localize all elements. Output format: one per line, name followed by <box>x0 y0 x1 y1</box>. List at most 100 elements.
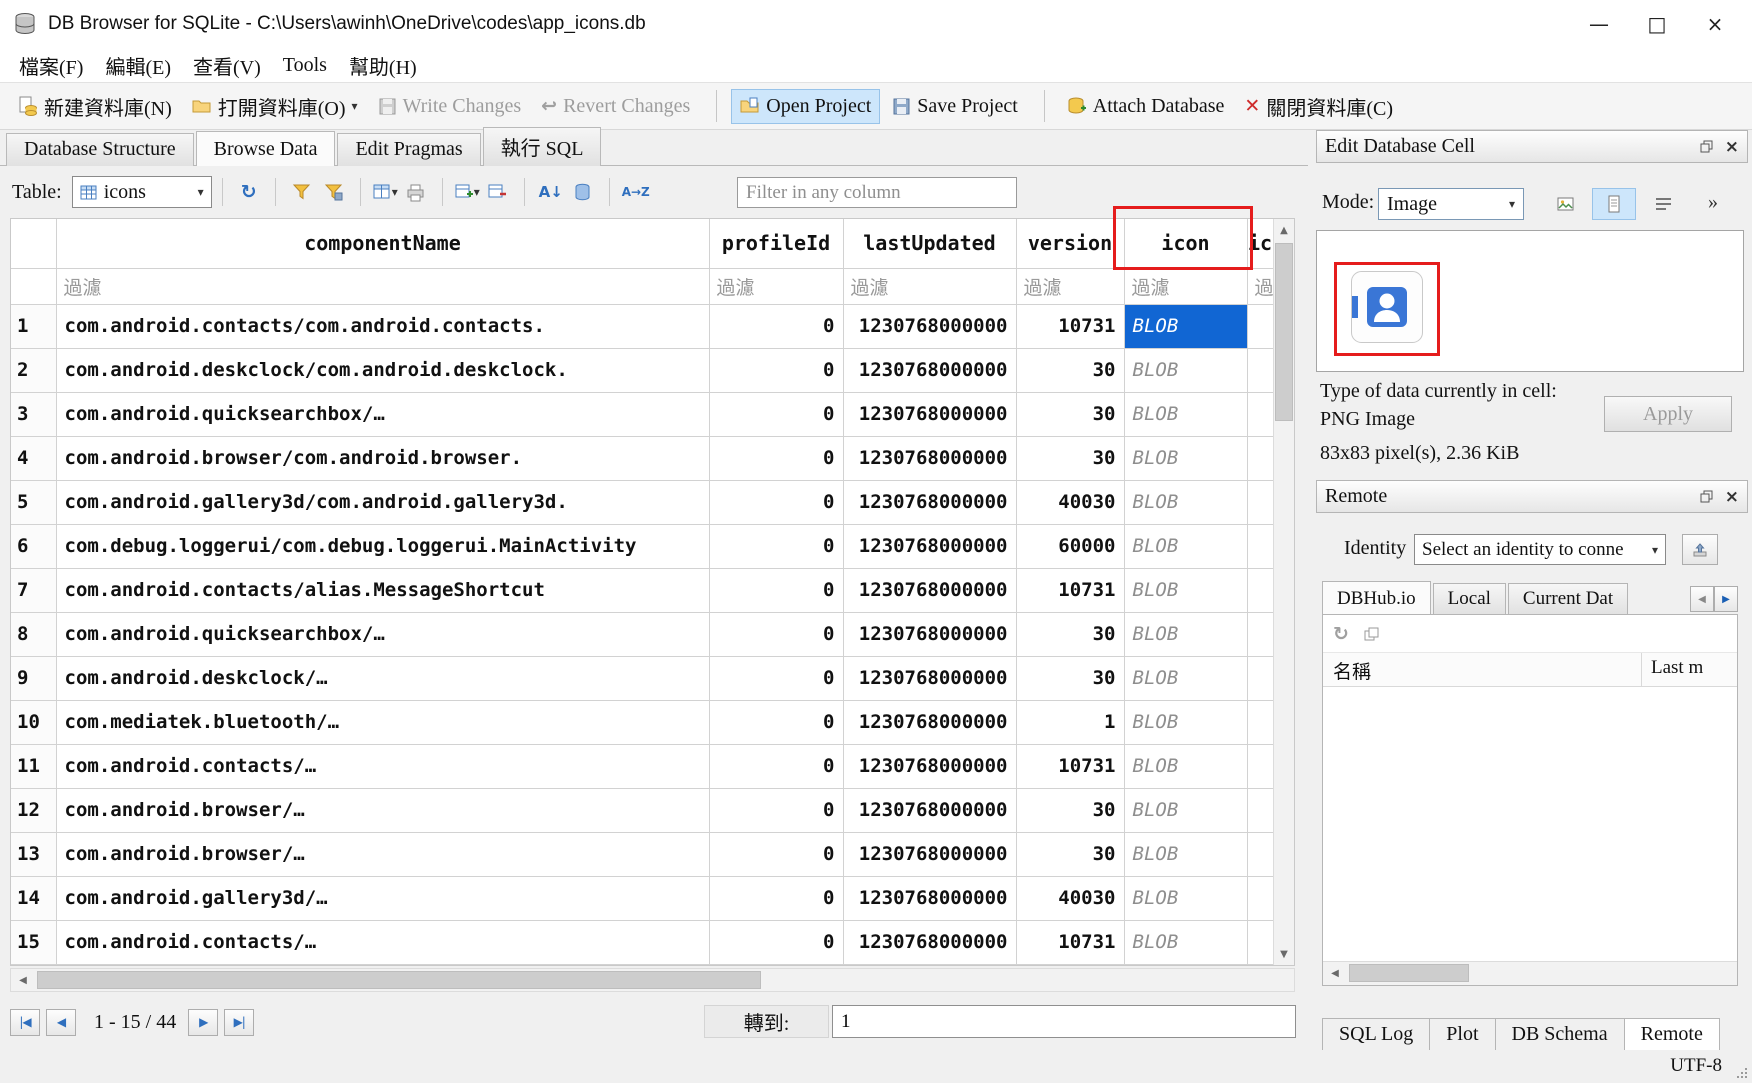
cell-version[interactable]: 30 <box>1016 392 1124 436</box>
dock-tab-plot[interactable]: Plot <box>1430 1018 1495 1052</box>
remote-column-last-modified[interactable]: Last m <box>1651 657 1703 679</box>
filter-lastUpdated[interactable]: 過濾 <box>843 268 1016 304</box>
revert-changes-button[interactable]: ↩ Revert Changes <box>533 90 698 123</box>
print-button[interactable] <box>400 176 432 208</box>
cell-lastUpdated[interactable]: 1230768000000 <box>843 920 1016 964</box>
remote-refresh-icon[interactable]: ↻ <box>1333 623 1349 645</box>
cell-lastUpdated[interactable]: 1230768000000 <box>843 788 1016 832</box>
cell-version[interactable]: 30 <box>1016 656 1124 700</box>
cell-componentName[interactable]: com.android.gallery3d/com.android.galler… <box>56 480 709 524</box>
column-header-lastUpdated[interactable]: lastUpdated <box>843 219 1016 268</box>
menu-view[interactable]: 查看(V) <box>182 49 272 82</box>
filter-componentName[interactable]: 過濾 <box>56 268 709 304</box>
refresh-button[interactable]: ↻ <box>233 176 265 208</box>
filter-version[interactable]: 過濾 <box>1016 268 1124 304</box>
cell-lastUpdated[interactable]: 1230768000000 <box>843 392 1016 436</box>
next-page-button[interactable]: ▶ <box>188 1009 218 1036</box>
first-page-button[interactable]: |◀ <box>10 1009 40 1036</box>
dock-tab-remote[interactable]: Remote <box>1625 1018 1720 1052</box>
cell-lastUpdated[interactable]: 1230768000000 <box>843 656 1016 700</box>
column-divider[interactable] <box>1641 653 1642 686</box>
cell-partial[interactable] <box>1247 612 1273 656</box>
cell-componentName[interactable]: com.android.deskclock/… <box>56 656 709 700</box>
open-database-button[interactable]: 打開資料庫(O) ▾ <box>184 87 366 126</box>
cell-profileId[interactable]: 0 <box>709 700 843 744</box>
cell-lastUpdated[interactable]: 1230768000000 <box>843 436 1016 480</box>
cell-partial[interactable] <box>1247 700 1273 744</box>
cell-profileId[interactable]: 0 <box>709 832 843 876</box>
tab-execute-sql[interactable]: 執行 SQL <box>483 127 602 166</box>
cell-partial[interactable] <box>1247 788 1273 832</box>
cell-lastUpdated[interactable]: 1230768000000 <box>843 700 1016 744</box>
cell-lastUpdated[interactable]: 1230768000000 <box>843 612 1016 656</box>
menu-file[interactable]: 檔案(F) <box>8 49 94 82</box>
cell-partial[interactable] <box>1247 436 1273 480</box>
horizontal-scrollbar[interactable]: ◀ ▶ <box>10 968 1295 992</box>
maximize-button[interactable]: □ <box>1628 0 1686 48</box>
filter-any-column-input[interactable] <box>737 177 1017 208</box>
row-number[interactable]: 4 <box>11 436 56 480</box>
previous-page-button[interactable]: ◀ <box>46 1009 76 1036</box>
cell-profileId[interactable]: 0 <box>709 788 843 832</box>
cell-componentName[interactable]: com.android.contacts/… <box>56 744 709 788</box>
cell-lastUpdated[interactable]: 1230768000000 <box>843 304 1016 348</box>
row-number[interactable]: 13 <box>11 832 56 876</box>
cell-profileId[interactable]: 0 <box>709 612 843 656</box>
write-changes-button[interactable]: Write Changes <box>370 90 530 123</box>
cell-partial[interactable] <box>1247 744 1273 788</box>
table-select[interactable]: icons ▾ <box>72 176 212 208</box>
cell-icon[interactable]: BLOB <box>1124 920 1247 964</box>
cell-profileId[interactable]: 0 <box>709 392 843 436</box>
row-number[interactable]: 1 <box>11 304 56 348</box>
cell-icon[interactable]: BLOB <box>1124 480 1247 524</box>
corner-header[interactable] <box>11 219 56 268</box>
cell-partial[interactable] <box>1247 920 1273 964</box>
row-number[interactable]: 2 <box>11 348 56 392</box>
cell-profileId[interactable]: 0 <box>709 304 843 348</box>
cell-version[interactable]: 60000 <box>1016 524 1124 568</box>
cell-lastUpdated[interactable]: 1230768000000 <box>843 524 1016 568</box>
cell-lastUpdated[interactable]: 1230768000000 <box>843 480 1016 524</box>
row-number[interactable]: 6 <box>11 524 56 568</box>
row-number[interactable]: 15 <box>11 920 56 964</box>
cell-icon[interactable]: BLOB <box>1124 568 1247 612</box>
menu-edit[interactable]: 編輯(E) <box>94 49 182 82</box>
remote-column-name[interactable]: 名稱 <box>1333 657 1371 684</box>
horizontal-scrollbar-thumb[interactable] <box>37 971 761 989</box>
cell-componentName[interactable]: com.android.quicksearchbox/… <box>56 612 709 656</box>
cell-componentName[interactable]: com.android.contacts/… <box>56 920 709 964</box>
cell-partial[interactable] <box>1247 568 1273 612</box>
column-header-componentName[interactable]: componentName <box>56 219 709 268</box>
row-number[interactable]: 8 <box>11 612 56 656</box>
import-data-button[interactable] <box>1548 188 1582 220</box>
cell-partial[interactable] <box>1247 524 1273 568</box>
column-header-version[interactable]: version <box>1016 219 1124 268</box>
cell-partial[interactable] <box>1247 392 1273 436</box>
cell-profileId[interactable]: 0 <box>709 744 843 788</box>
cell-componentName[interactable]: com.android.browser/… <box>56 832 709 876</box>
open-project-button[interactable]: Open Project <box>731 89 880 124</box>
cell-version[interactable]: 40030 <box>1016 480 1124 524</box>
cell-icon[interactable]: BLOB <box>1124 392 1247 436</box>
cell-componentName[interactable]: com.android.contacts/com.android.contact… <box>56 304 709 348</box>
close-panel-icon[interactable]: × <box>1725 487 1739 507</box>
cell-icon[interactable]: BLOB <box>1124 436 1247 480</box>
float-panel-icon[interactable] <box>1700 140 1713 153</box>
remote-horizontal-scrollbar[interactable]: ◀ ▶ <box>1323 961 1737 985</box>
cell-profileId[interactable]: 0 <box>709 876 843 920</box>
row-number[interactable]: 9 <box>11 656 56 700</box>
identity-select[interactable]: Select an identity to conne ▾ <box>1414 534 1666 565</box>
row-number[interactable]: 10 <box>11 700 56 744</box>
cell-icon[interactable]: BLOB <box>1124 348 1247 392</box>
attach-database-button[interactable]: Attach Database <box>1059 90 1233 123</box>
cell-profileId[interactable]: 0 <box>709 920 843 964</box>
tab-browse-data[interactable]: Browse Data <box>196 131 336 166</box>
scroll-up-icon[interactable]: ▲ <box>1274 219 1294 241</box>
save-filter-button[interactable] <box>318 176 350 208</box>
cell-componentName[interactable]: com.android.browser/… <box>56 788 709 832</box>
az-button[interactable]: A→Z <box>620 176 652 208</box>
column-header-profileId[interactable]: profileId <box>709 219 843 268</box>
last-page-button[interactable]: ▶| <box>224 1009 254 1036</box>
cell-componentName[interactable]: com.mediatek.bluetooth/… <box>56 700 709 744</box>
cell-lastUpdated[interactable]: 1230768000000 <box>843 348 1016 392</box>
